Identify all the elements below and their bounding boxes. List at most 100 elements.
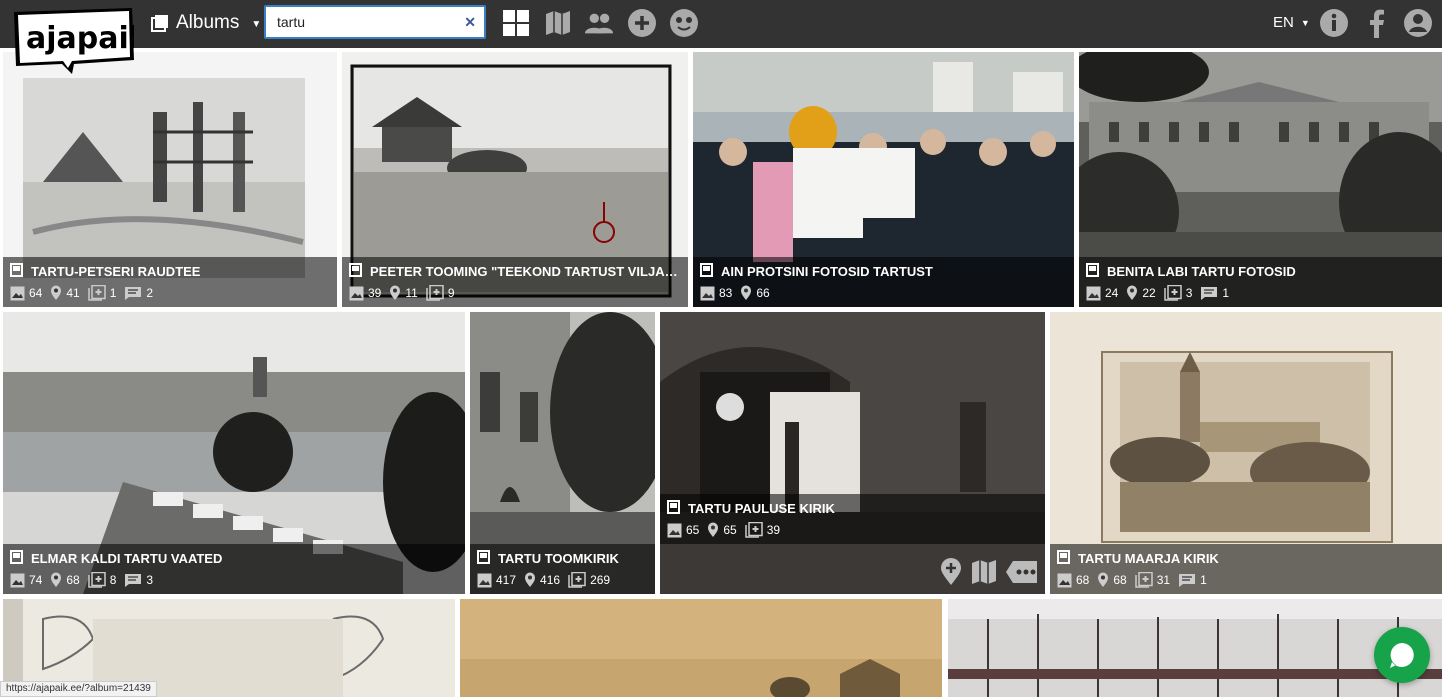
album-card[interactable]: [948, 599, 1442, 697]
photo-count: 74: [10, 573, 42, 588]
top-navbar: Albums ▼ ✕ EN ▼: [0, 0, 1442, 48]
album-icon: [667, 499, 680, 517]
photo-count-value: 39: [368, 286, 382, 300]
rephoto-count: 39: [744, 522, 781, 538]
album-card[interactable]: TARTU TOOMKIRIK 417 416 269: [470, 312, 655, 594]
search-box: ✕: [264, 5, 486, 39]
svg-text:ajapaik: ajapaik: [26, 21, 134, 56]
rephoto-icon: [87, 285, 106, 301]
album-card[interactable]: BENITA LABI TARTU FOTOSID 24 22 3 1: [1079, 52, 1442, 307]
tile-actions: [939, 558, 1039, 586]
rephoto-icon: [1163, 285, 1182, 301]
add-icon[interactable]: [627, 8, 657, 38]
photo-icon: [1086, 286, 1101, 301]
rephoto-count-value: 1: [109, 286, 117, 300]
album-icon: [1057, 549, 1070, 567]
photo-count-value: 24: [1105, 286, 1119, 300]
album-icon: [349, 262, 362, 280]
albums-grid: TARTU-PETSERI RAUDTEE 64 41 1 2 PEETER TOOMI…: [0, 48, 1442, 697]
photo-icon: [700, 286, 715, 301]
album-stats: 64 41 1 2: [10, 284, 330, 302]
add-location-icon[interactable]: [939, 558, 963, 586]
photo-count: 65: [667, 523, 699, 538]
photo-count-value: 65: [686, 523, 700, 537]
comment-count: 3: [124, 573, 153, 588]
ajapaik-logo[interactable]: ajapaik: [12, 8, 150, 74]
photo-count: 64: [10, 286, 42, 301]
photo-icon: [349, 286, 364, 301]
comment-icon: [1200, 286, 1218, 301]
album-cover-image: [948, 599, 1442, 697]
album-caption: AIN PROTSINI FOTOSID TARTUST 83 66: [693, 257, 1074, 307]
map-icon[interactable]: [543, 8, 573, 38]
album-title[interactable]: AIN PROTSINI FOTOSID TARTUST: [700, 262, 1067, 280]
grid-view-icon[interactable]: [501, 8, 531, 38]
photo-count: 417: [477, 573, 516, 588]
photo-icon: [10, 573, 25, 588]
rephoto-icon: [744, 522, 763, 538]
comment-icon: [124, 286, 142, 301]
rephoto-icon: [87, 572, 106, 588]
album-card[interactable]: [460, 599, 942, 697]
album-card[interactable]: TARTU PAULUSE KIRIK 65 65 39: [660, 312, 1045, 594]
geotag-count-value: 68: [1113, 573, 1127, 587]
map-icon[interactable]: [971, 559, 997, 585]
comment-count-value: 3: [146, 573, 154, 587]
albums-dropdown-button[interactable]: Albums ▼: [150, 10, 261, 36]
albums-label: Albums: [176, 12, 240, 33]
photo-icon: [10, 286, 25, 301]
album-caption: TARTU MAARJA KIRIK 68 68 31 1: [1050, 544, 1442, 594]
language-dropdown[interactable]: EN ▼: [1273, 14, 1310, 31]
album-stats: 83 66: [700, 284, 1067, 302]
album-caption: PEETER TOOMING "TEEKOND TARTUST VILJAN..…: [342, 257, 688, 307]
rephoto-count-value: 31: [1156, 573, 1171, 587]
rephoto-count-value: 39: [766, 523, 781, 537]
album-stats: 68 68 31 1: [1057, 571, 1435, 589]
album-title-text: PEETER TOOMING "TEEKOND TARTUST VILJAN..…: [370, 263, 681, 279]
rephoto-count: 8: [87, 572, 116, 588]
album-title[interactable]: PEETER TOOMING "TEEKOND TARTUST VILJAN..…: [349, 262, 681, 280]
album-card[interactable]: TARTU MAARJA KIRIK 68 68 31 1: [1050, 312, 1442, 594]
facebook-icon[interactable]: [1361, 8, 1391, 38]
comment-count: 2: [124, 286, 153, 301]
album-title[interactable]: TARTU TOOMKIRIK: [477, 549, 648, 567]
status-bar-url: https://ajapaik.ee/?album=21439: [0, 681, 157, 697]
rephoto-count: 3: [1163, 285, 1192, 301]
geotag-count: 65: [707, 522, 737, 538]
photo-count-value: 74: [29, 573, 43, 587]
rephoto-count-value: 9: [447, 286, 455, 300]
smiley-icon[interactable]: [669, 8, 699, 38]
album-title[interactable]: BENITA LABI TARTU FOTOSID: [1086, 262, 1435, 280]
album-title[interactable]: TARTU-PETSERI RAUDTEE: [10, 262, 330, 280]
album-card[interactable]: TARTU-PETSERI RAUDTEE 64 41 1 2: [3, 52, 337, 307]
album-title[interactable]: ELMAR KALDI TARTU VAATED: [10, 549, 458, 567]
rephoto-count-value: 269: [590, 573, 611, 587]
geotag-count: 41: [50, 285, 80, 301]
comment-count: 1: [1200, 286, 1229, 301]
album-title-text: ELMAR KALDI TARTU VAATED: [31, 550, 223, 566]
chevron-down-icon: ▼: [251, 18, 262, 30]
user-icon[interactable]: [1403, 8, 1433, 38]
album-stats: 65 65 39: [667, 521, 1038, 539]
location-pin-icon: [1097, 572, 1109, 588]
album-title-text: TARTU MAARJA KIRIK: [1078, 550, 1219, 566]
chat-button[interactable]: [1374, 627, 1430, 683]
geotag-count: 22: [1126, 285, 1156, 301]
more-options-icon[interactable]: [1005, 559, 1039, 585]
photo-count: 68: [1057, 573, 1089, 588]
clear-search-icon[interactable]: ✕: [464, 14, 476, 31]
album-card[interactable]: ELMAR KALDI TARTU VAATED 74 68 8 3: [3, 312, 465, 594]
people-icon[interactable]: [584, 8, 614, 38]
albums-icon: [151, 15, 168, 32]
album-card[interactable]: AIN PROTSINI FOTOSID TARTUST 83 66: [693, 52, 1074, 307]
search-input[interactable]: [277, 14, 465, 30]
rephoto-icon: [426, 285, 444, 301]
album-card[interactable]: PEETER TOOMING "TEEKOND TARTUST VILJAN..…: [342, 52, 688, 307]
album-title[interactable]: TARTU PAULUSE KIRIK: [667, 499, 1038, 517]
info-icon[interactable]: [1319, 8, 1349, 38]
album-title-text: TARTU-PETSERI RAUDTEE: [31, 263, 201, 279]
geotag-count-value: 22: [1142, 286, 1156, 300]
rephoto-icon: [568, 572, 586, 588]
geotag-count-value: 41: [66, 286, 80, 300]
album-title[interactable]: TARTU MAARJA KIRIK: [1057, 549, 1435, 567]
